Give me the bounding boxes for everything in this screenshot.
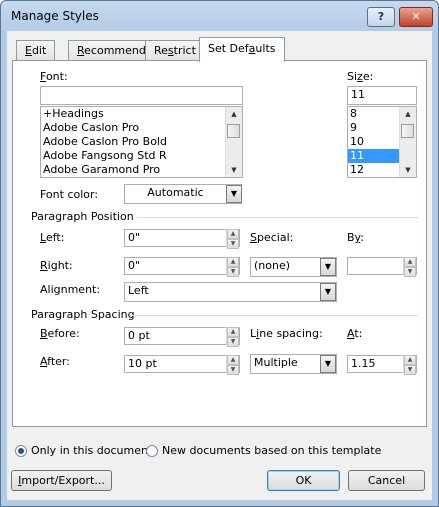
- paragraph-position-header: Paragraph Position: [31, 210, 134, 223]
- section-divider: [130, 315, 418, 316]
- font-list[interactable]: +Headings Adobe Caslon Pro Adobe Caslon …: [40, 106, 243, 178]
- spacing-before-spinner[interactable]: ▲ ▼: [226, 327, 239, 347]
- radio-new-documents[interactable]: [146, 445, 158, 457]
- by-spinner[interactable]: ▲ ▼: [403, 257, 416, 277]
- close-button[interactable]: ✕: [399, 7, 433, 27]
- list-item[interactable]: Adobe Garamond Pro: [41, 163, 242, 177]
- alignment-label: Alignment:: [40, 283, 101, 296]
- import-export-button[interactable]: Import/Export...: [11, 470, 112, 491]
- tab-set-defaults[interactable]: Set Defaults: [199, 37, 285, 62]
- scroll-up-icon[interactable]: ▲: [226, 107, 242, 121]
- scroll-down-icon[interactable]: ▼: [400, 163, 416, 177]
- spacing-after-spinner[interactable]: ▲ ▼: [226, 355, 239, 375]
- font-color-label: Font color:: [40, 188, 99, 201]
- title-bar: Manage Styles ? ✕: [1, 1, 438, 31]
- font-label: Font:: [40, 70, 68, 83]
- scroll-thumb[interactable]: [401, 124, 414, 138]
- scroll-down-icon[interactable]: ▼: [226, 163, 242, 177]
- tab-restrict[interactable]: Restrict: [145, 40, 205, 61]
- list-item[interactable]: Adobe Caslon Pro Bold: [41, 135, 242, 149]
- line-spacing-at-spinner[interactable]: ▲ ▼: [403, 355, 416, 375]
- scroll-thumb[interactable]: [227, 124, 240, 138]
- manage-styles-dialog: Manage Styles ? ✕ Edit Recommend Restric…: [0, 0, 439, 507]
- only-this-document-label[interactable]: Only in this document: [31, 444, 152, 457]
- left-indent-input[interactable]: 0": [124, 229, 240, 247]
- tab-edit[interactable]: Edit: [16, 40, 56, 61]
- by-label: By:: [347, 231, 364, 244]
- before-label: Before:: [40, 327, 80, 340]
- chevron-down-icon[interactable]: ▼: [226, 185, 242, 203]
- font-list-scrollbar[interactable]: ▲ ▼: [225, 107, 242, 177]
- set-defaults-panel: Font: +Headings Adobe Caslon Pro Adobe C…: [12, 60, 427, 427]
- left-indent-label: Left:: [40, 231, 65, 244]
- list-item[interactable]: Adobe Fangsong Std R: [41, 149, 242, 163]
- paragraph-spacing-header: Paragraph Spacing: [31, 308, 135, 321]
- at-label: At:: [347, 327, 363, 340]
- after-label: After:: [40, 355, 70, 368]
- chevron-down-icon[interactable]: ▼: [320, 283, 336, 301]
- tab-recommend[interactable]: Recommend: [68, 40, 155, 61]
- section-divider: [137, 217, 418, 218]
- scroll-up-icon[interactable]: ▲: [400, 107, 416, 121]
- spacing-before-input[interactable]: 0 pt: [124, 327, 240, 345]
- ok-button[interactable]: OK: [267, 470, 340, 491]
- cancel-button[interactable]: Cancel: [348, 470, 425, 491]
- dialog-title: Manage Styles: [11, 9, 99, 23]
- new-documents-label[interactable]: New documents based on this template: [162, 444, 381, 457]
- radio-only-this-document[interactable]: [15, 445, 27, 457]
- left-indent-spinner[interactable]: ▲ ▼: [226, 229, 239, 249]
- help-button[interactable]: ?: [367, 7, 395, 27]
- list-item[interactable]: +Headings: [41, 107, 242, 121]
- right-indent-input[interactable]: 0": [124, 257, 240, 275]
- special-label: Special:: [250, 231, 294, 244]
- dialog-body: Edit Recommend Restrict Set Defaults Fon…: [7, 31, 432, 500]
- font-input[interactable]: [40, 86, 243, 105]
- chevron-down-icon[interactable]: ▼: [320, 355, 336, 373]
- list-item[interactable]: Adobe Caslon Pro: [41, 121, 242, 135]
- size-label: Size:: [347, 70, 374, 83]
- chevron-down-icon[interactable]: ▼: [320, 258, 336, 276]
- right-indent-spinner[interactable]: ▲ ▼: [226, 257, 239, 277]
- font-color-dropdown[interactable]: Automatic: [124, 184, 242, 204]
- size-list-scrollbar[interactable]: ▲ ▼: [399, 107, 416, 177]
- right-indent-label: Right:: [40, 259, 73, 272]
- line-spacing-label: Line spacing:: [250, 327, 323, 340]
- alignment-dropdown[interactable]: Left: [124, 282, 337, 302]
- spacing-after-input[interactable]: 10 pt: [124, 355, 240, 373]
- size-list[interactable]: 8 9 10 11 12 ▲ ▼: [347, 106, 417, 178]
- size-input[interactable]: 11: [347, 86, 417, 105]
